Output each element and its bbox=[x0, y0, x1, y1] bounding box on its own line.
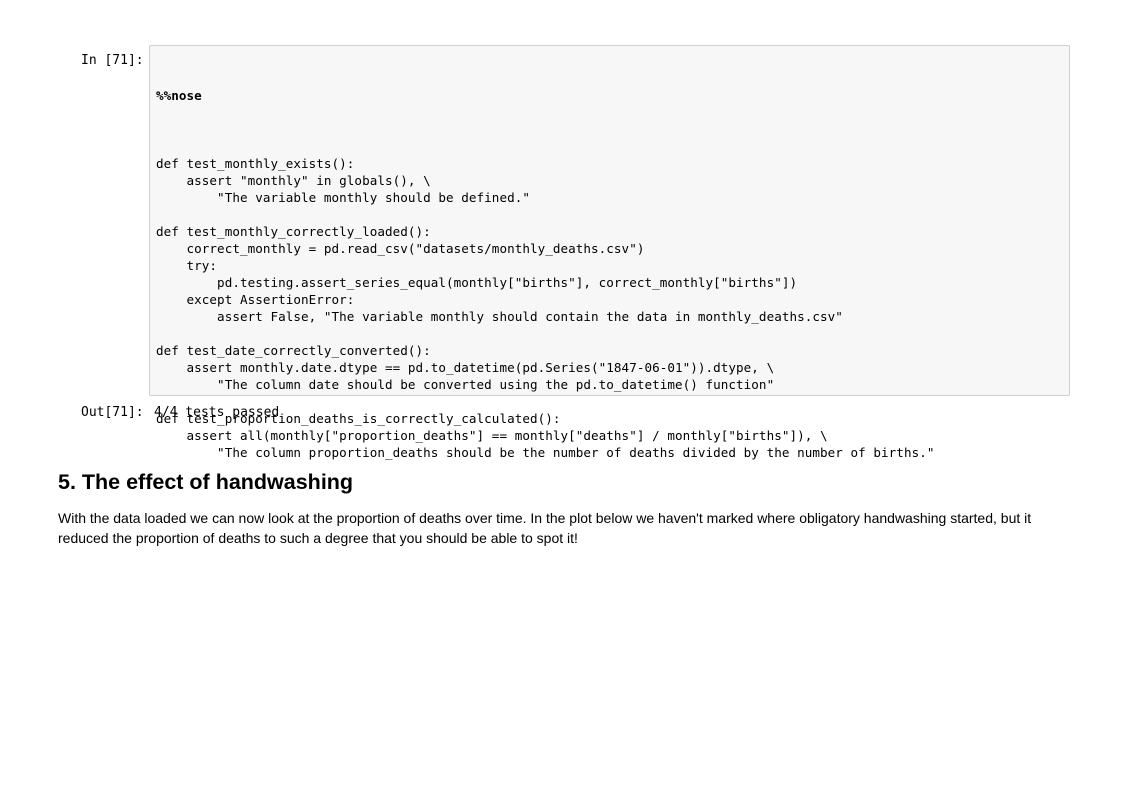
code-line: assert "monthly" in globals(), \ bbox=[156, 173, 431, 188]
code-line: assert all(monthly["proportion_deaths"] … bbox=[156, 428, 828, 443]
code-line: def test_monthly_correctly_loaded(): bbox=[156, 224, 431, 239]
code-line: try: bbox=[156, 258, 218, 273]
section-heading: 5. The effect of handwashing bbox=[58, 470, 354, 494]
code-line: pd.testing.assert_series_equal(monthly["… bbox=[156, 275, 798, 290]
code-line: correct_monthly = pd.read_csv("datasets/… bbox=[156, 241, 645, 256]
code-line: def test_date_correctly_converted(): bbox=[156, 343, 431, 358]
code-line: "The variable monthly should be defined.… bbox=[156, 190, 530, 205]
code-lines: %%nose def test_monthly_exists(): assert… bbox=[156, 53, 934, 461]
output-text: 4/4 tests passed bbox=[154, 405, 280, 420]
input-prompt: In [71]: bbox=[81, 53, 144, 68]
code-line: "The column proportion_deaths should be … bbox=[156, 445, 935, 460]
output-prompt: Out[71]: bbox=[81, 405, 144, 420]
section-paragraph: With the data loaded we can now look at … bbox=[58, 510, 1032, 546]
cell-magic: %%nose bbox=[156, 88, 202, 103]
code-line: assert False, "The variable monthly shou… bbox=[156, 309, 843, 324]
code-editor[interactable]: %%nose def test_monthly_exists(): assert… bbox=[149, 45, 1070, 460]
code-line: def test_monthly_exists(): bbox=[156, 156, 355, 171]
code-line: except AssertionError: bbox=[156, 292, 355, 307]
code-line: assert monthly.date.dtype == pd.to_datet… bbox=[156, 360, 775, 375]
code-line: "The column date should be converted usi… bbox=[156, 377, 775, 392]
